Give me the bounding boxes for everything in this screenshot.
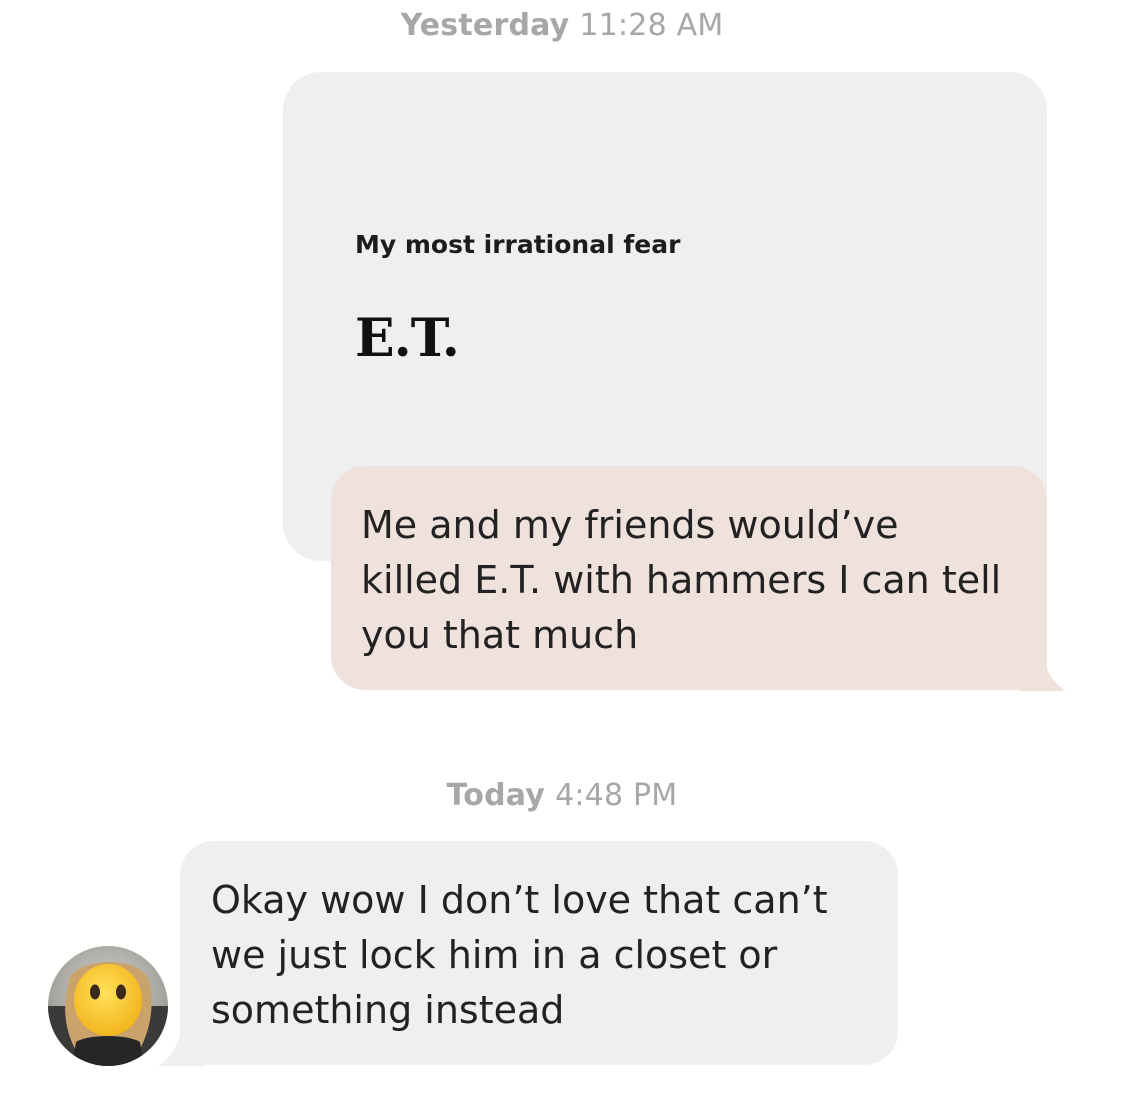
timestamp-today: Today 4:48 PM — [0, 778, 1124, 813]
timestamp-time: 11:28 AM — [579, 8, 724, 43]
received-message-bubble[interactable]: Okay wow I don’t love that can’t we just… — [180, 841, 898, 1065]
timestamp-time: 4:48 PM — [555, 778, 678, 813]
received-message-text: Okay wow I don’t love that can’t we just… — [211, 878, 828, 1032]
sent-message-text: Me and my friends would’ve killed E.T. w… — [361, 503, 1002, 657]
timestamp-yesterday: Yesterday 11:28 AM — [0, 8, 1124, 43]
timestamp-day: Yesterday — [400, 8, 570, 43]
prompt-answer: E.T. — [355, 308, 460, 369]
sent-message-bubble[interactable]: Me and my friends would’ve killed E.T. w… — [331, 466, 1047, 690]
prompt-question: My most irrational fear — [355, 230, 681, 259]
timestamp-day: Today — [446, 778, 546, 813]
profile-photo-emoji-face-icon — [48, 946, 168, 1066]
avatar[interactable] — [48, 946, 168, 1066]
